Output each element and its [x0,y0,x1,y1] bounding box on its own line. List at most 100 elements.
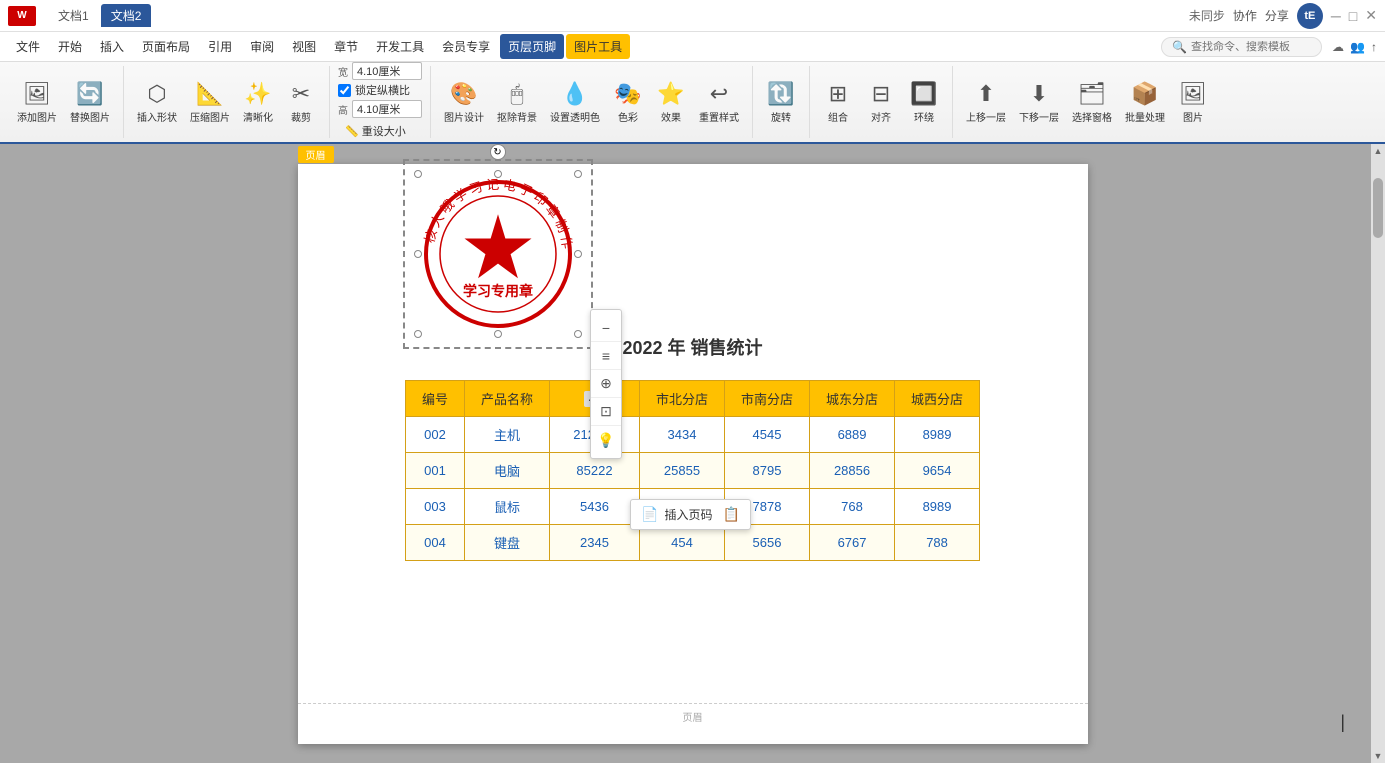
ribbon-image-buttons: 🖼 添加图片 🔄 替换图片 [12,68,115,136]
wps-logo: W [8,6,36,26]
width-label: 宽 [338,64,348,79]
menu-home[interactable]: 开始 [50,34,90,59]
document-page: 页眉 ↻ [298,164,1088,744]
float-zoom-out-btn[interactable]: − [591,314,621,342]
move-down-btn[interactable]: ⬇ 下移一层 [1014,73,1064,131]
ribbon-group-shape: ⬡ 插入形状 📐 压缩图片 ✨ 清晰化 ✂ 裁剪 [128,66,330,138]
collab-icon[interactable]: 👥 [1350,40,1365,54]
image-design-btn[interactable]: 🎨 图片设计 [439,73,489,131]
menu-bar: 文件 开始 插入 页面布局 引用 审阅 视图 章节 开发工具 会员专享 页层页脚… [0,32,1385,62]
size-inputs: 宽 锁定纵横比 高 📏 重设大小 [338,62,422,142]
title-tab-2[interactable]: 文档2 [101,4,152,27]
td-north-1: 3434 [639,417,724,453]
add-image-btn[interactable]: 🖼 添加图片 [12,73,62,131]
float-layout-btn[interactable]: ≡ [591,342,621,370]
td-id-4: 004 [405,525,464,561]
menu-devtools[interactable]: 开发工具 [368,34,432,59]
page-footer-line: 页眉 [298,703,1088,724]
ribbon-group-image-design: 🎨 图片设计 🖱 抠除背景 💧 设置透明色 🎭 色彩 ⭐ 效果 ↩ 重置样式 [435,66,753,138]
menu-chapter[interactable]: 章节 [326,34,366,59]
title-bar-left: W 文档1 文档2 [8,4,151,27]
seal-handle-br[interactable] [574,330,582,338]
menu-review[interactable]: 审阅 [242,34,282,59]
ribbon-arrange-buttons: ⊞ 组合 ⊟ 对齐 🔲 环绕 [818,68,944,136]
rotate-btn[interactable]: 🔃 旋转 [761,73,801,131]
table-header-row: 编号 产品名称 ··· 市北分店 市南分店 城东分店 城西分店 [405,381,979,417]
th-south: 市南分店 [725,381,810,417]
image-btn[interactable]: 🖼 图片 [1173,73,1213,131]
search-input[interactable] [1191,41,1311,53]
td-east-1: 6889 [810,417,895,453]
td-east-2: 28856 [810,453,895,489]
align-btn[interactable]: ⊟ 对齐 [861,73,901,131]
document-area: 页眉 ↻ [0,144,1385,763]
close-btn[interactable]: ✕ [1365,7,1377,24]
share-btn[interactable]: 分享 [1265,7,1289,24]
user-avatar[interactable]: tE [1297,3,1323,29]
effect-btn[interactable]: ⭐ 效果 [651,73,691,131]
seal-container[interactable]: ↻ 核大哦学习记电子印章制作 [418,174,578,334]
td-product-2: 电脑 [464,453,549,489]
selection-pane-icon: 🗂 [1078,81,1106,107]
insert-popup-copy-btn[interactable]: 📋 [722,506,739,523]
group-btn[interactable]: ⊞ 组合 [818,73,858,131]
seal-handle-ml[interactable] [414,250,422,258]
seal-handle-bl[interactable] [414,330,422,338]
th-north: 市北分店 [639,381,724,417]
scroll-thumb[interactable] [1373,178,1383,238]
seal-handle-tr[interactable] [574,170,582,178]
unsync-icon[interactable]: ☁ [1332,40,1344,54]
insert-popup-label[interactable]: 插入页码 [664,506,712,523]
height-input[interactable] [352,100,422,118]
scroll-down-arrow[interactable]: ▼ [1371,749,1385,763]
float-crop-btn[interactable]: ⊡ [591,398,621,426]
seal-handle-tm[interactable] [494,170,502,178]
remove-bg-btn[interactable]: 🖱 抠除背景 [492,73,542,131]
menu-layout[interactable]: 页面布局 [134,34,198,59]
seal-handle-tl[interactable] [414,170,422,178]
replace-image-btn[interactable]: 🔄 替换图片 [65,73,115,131]
set-transparent-btn[interactable]: 💧 设置透明色 [545,73,605,131]
batch-process-btn[interactable]: 📦 批量处理 [1120,73,1170,131]
compress-img-btn[interactable]: 📐 压缩图片 [185,73,235,131]
maximize-btn[interactable]: □ [1349,8,1357,24]
resize-btn[interactable]: 📏 重设大小 [338,120,422,142]
color-btn[interactable]: 🎭 色彩 [608,73,648,131]
menu-reference[interactable]: 引用 [200,34,240,59]
sharpen-icon: ✨ [244,81,271,107]
title-tab-1[interactable]: 文档1 [48,4,99,27]
reset-style-btn[interactable]: ↩ 重置样式 [694,73,744,131]
seal-rotate-handle[interactable]: ↻ [490,144,506,160]
td-east-4: 6767 [810,525,895,561]
crop-icon: ✂ [292,81,310,107]
title-tabs: 文档1 文档2 [48,4,151,27]
seal-handle-mr[interactable] [574,250,582,258]
title-right-buttons: ☁ 👥 ↑ [1332,40,1377,54]
menu-insert[interactable]: 插入 [92,34,132,59]
menu-header-footer[interactable]: 页层页脚 [500,34,564,59]
move-up-btn[interactable]: ⬆ 上移一层 [961,73,1011,131]
collab-btn[interactable]: 协作 [1233,7,1257,24]
share-icon[interactable]: ↑ [1371,40,1377,54]
search-icon: 🔍 [1172,40,1187,54]
float-suggest-btn[interactable]: 💡 [591,426,621,454]
sharpen-btn[interactable]: ✨ 清晰化 [238,73,278,131]
float-zoom-in-btn[interactable]: ⊕ [591,370,621,398]
scroll-up-arrow[interactable]: ▲ [1371,144,1385,158]
selection-pane-btn[interactable]: 🗂 选择窗格 [1067,73,1117,131]
insert-shape-btn[interactable]: ⬡ 插入形状 [132,73,182,131]
wrap-btn[interactable]: 🔲 环绕 [904,73,944,131]
image-design-icon: 🎨 [450,81,477,107]
menu-view[interactable]: 视图 [284,34,324,59]
lock-ratio-checkbox[interactable] [338,84,351,97]
menu-file[interactable]: 文件 [8,34,48,59]
crop-btn[interactable]: ✂ 裁剪 [281,73,321,131]
width-input[interactable] [352,62,422,80]
th-product: 产品名称 [464,381,549,417]
wrap-icon: 🔲 [910,81,937,107]
menu-image-tools[interactable]: 图片工具 [566,34,630,59]
sync-status[interactable]: 未同步 [1189,7,1225,24]
seal-handle-bm[interactable] [494,330,502,338]
menu-vip[interactable]: 会员专享 [434,34,498,59]
minimize-btn[interactable]: ─ [1331,8,1341,24]
